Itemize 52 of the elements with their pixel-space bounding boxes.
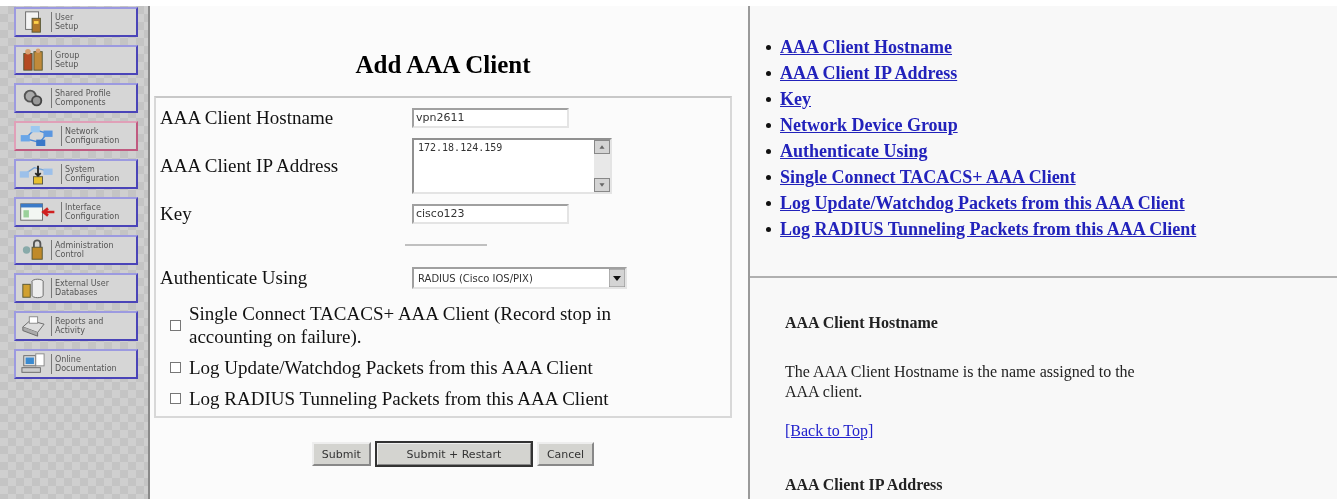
bullet-icon [766,174,771,180]
nav-button[interactable]: Network Configuration [14,121,138,151]
checkbox-label: Log Update/Watchdog Packets from this AAA Client [189,356,593,379]
help-link[interactable]: Key [780,88,811,110]
help-text: The AAA Client Hostname is the name assigned to the AAA client. [785,362,1136,402]
bullet-icon [766,44,771,50]
back-to-top-link[interactable]: [Back to Top] [785,422,874,440]
bullet-icon [766,200,771,206]
input-field[interactable]: vpn2611 [412,108,569,128]
bullet-icon [766,96,771,102]
help-link[interactable]: Network Device Group [780,114,958,136]
nav-button[interactable]: Interface Configuration [14,197,138,227]
input-field[interactable]: cisco123 [412,204,569,224]
scroll-down-icon[interactable] [594,178,610,192]
field-label: AAA Client Hostname [160,107,335,129]
text-area[interactable]: 172.18.124.159 [412,138,612,194]
checkbox[interactable] [170,319,181,331]
computer-icon [18,352,48,376]
field-label: Authenticate Using [160,267,309,289]
nav-button[interactable]: System Configuration [14,159,138,189]
nav-button[interactable]: User Setup [14,7,138,37]
bullet-icon [766,122,771,128]
dropdown[interactable]: RADIUS (Cisco IOS/PIX) [412,267,627,289]
section-heading: AAA Client Hostname [785,314,939,332]
checkbox-label: Log RADIUS Tunneling Packets from this AAA Client [189,387,609,410]
bullet-icon [766,226,771,232]
nav-button[interactable]: Shared Profile Components [14,83,138,113]
help-link[interactable]: AAA Client IP Address [780,62,958,84]
nav-button[interactable]: Administration Control [14,235,138,265]
help-link[interactable]: Single Connect TACACS+ AAA Client [780,166,1076,188]
form-button[interactable]: Submit [311,442,371,466]
nav-button[interactable]: External User Databases [14,273,138,303]
help-link[interactable]: Log RADIUS Tunneling Packets from this AAA Client [780,218,1197,240]
section-heading: AAA Client IP Address [785,476,944,494]
page-title: Add AAA Client [355,51,531,79]
nav-button[interactable]: Group Setup [14,45,138,75]
checkbox[interactable] [170,362,181,373]
dropdown-arrow-icon[interactable] [609,269,625,287]
form-button[interactable]: Cancel [536,442,595,466]
bullet-icon [766,70,771,76]
checkbox-label: Single Connect TACACS+ AAA Client (Record stop in accounting on failure). [189,302,613,348]
help-link[interactable]: Authenticate Using [780,140,928,162]
form-button[interactable]: Submit + Restart [375,442,532,466]
help-link[interactable]: AAA Client Hostname [780,36,952,58]
checkbox[interactable] [170,393,181,404]
field-label: AAA Client IP Address [160,155,340,177]
nav-button[interactable]: Reports and Activity [14,311,138,341]
help-link[interactable]: Log Update/Watchdog Packets from this AAA Client [780,192,1185,214]
bullet-icon [766,148,771,154]
nav-button[interactable]: Online Documentation [14,349,138,379]
field-label: Key [160,203,193,225]
scroll-up-icon[interactable] [594,140,610,154]
